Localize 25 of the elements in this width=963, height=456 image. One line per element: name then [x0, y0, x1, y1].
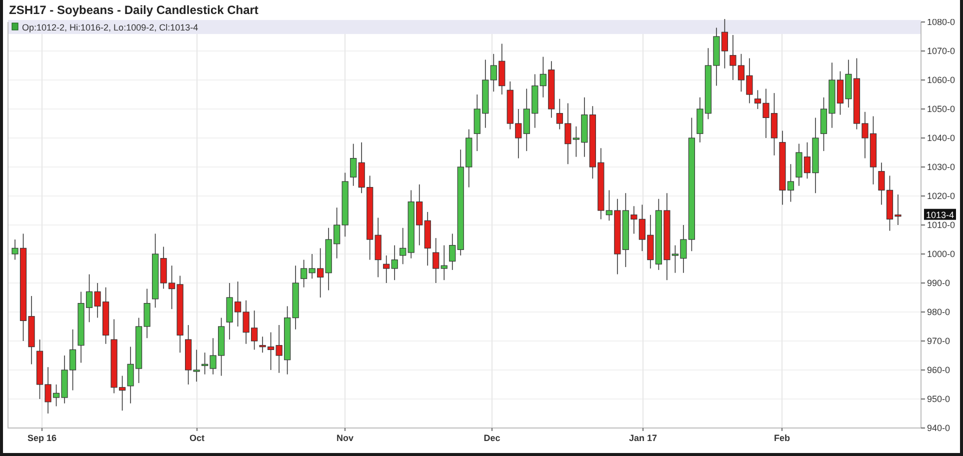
y-axis-label: 970-0: [927, 336, 950, 346]
chart-title: ZSH17 - Soybeans - Daily Candlestick Chart: [8, 2, 260, 19]
y-axis-label: 940-0: [927, 423, 950, 433]
x-axis-label: Sep 16: [27, 433, 57, 443]
y-axis-label: 1080-0: [927, 19, 956, 27]
y-axis-label: 1070-0: [927, 46, 956, 56]
x-axis-label: Feb: [774, 433, 790, 443]
legend-swatch-icon: [12, 22, 18, 30]
last-price-tag: 1013-4: [924, 208, 956, 220]
x-axis-label: Nov: [336, 433, 354, 443]
y-axis-label: 1000-0: [927, 249, 956, 259]
y-axis-label: 1050-0: [927, 104, 956, 114]
y-axis-label: 1020-0: [927, 191, 956, 201]
x-axis-label: Oct: [190, 433, 204, 443]
y-axis-label: 1040-0: [927, 133, 956, 143]
legend-text: Op:1012-2, Hi:1016-2, Lo:1009-2, Cl:1013-4: [22, 22, 198, 32]
x-axis-label: Jan 17: [628, 433, 658, 443]
y-axis-label: 960-0: [927, 365, 950, 375]
y-axis-label: 1030-0: [927, 162, 956, 172]
x-axis-label: Dec: [484, 433, 500, 443]
y-axis-label: 980-0: [927, 307, 950, 317]
y-axis-label: 1060-0: [927, 75, 956, 85]
y-axis-label: 950-0: [927, 394, 950, 404]
y-axis-label: 1010-0: [927, 220, 956, 230]
y-axis-label: 990-0: [927, 278, 950, 288]
